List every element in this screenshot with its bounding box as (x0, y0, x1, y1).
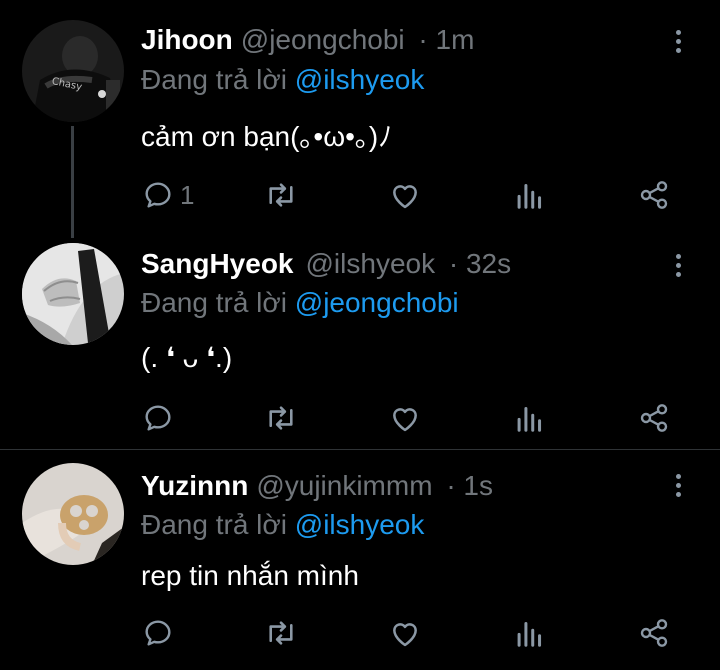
replying-to-label: Đang trả lời (141, 287, 287, 318)
action-bar (0, 398, 720, 438)
like-button[interactable] (389, 613, 421, 653)
replying-to: Đang trả lời @jeongchobi (141, 283, 459, 323)
reply-button[interactable] (142, 398, 174, 438)
share-button[interactable] (638, 398, 670, 438)
mention-link[interactable]: @jeongchobi (295, 287, 459, 318)
share-icon (640, 181, 668, 209)
reply-button[interactable] (142, 613, 174, 653)
avatar-yuzinnn[interactable] (22, 463, 124, 565)
action-bar: 1 (0, 175, 720, 215)
like-button[interactable] (389, 398, 421, 438)
display-name[interactable]: Yuzinnn (141, 470, 248, 501)
more-icon[interactable] (666, 474, 690, 504)
retweet-button[interactable] (263, 613, 299, 653)
replying-to-label: Đang trả lời (141, 509, 287, 540)
share-icon (640, 619, 668, 647)
user-handle[interactable]: @yujinkimmm (256, 470, 432, 501)
tweet-text: rep tin nhắn mình (141, 560, 359, 591)
more-icon[interactable] (666, 30, 690, 60)
share-icon (640, 404, 668, 432)
views-button[interactable] (516, 613, 544, 653)
display-name[interactable]: SangHyeok (141, 248, 294, 279)
views-button[interactable] (516, 175, 544, 215)
like-button[interactable] (389, 175, 421, 215)
tweet-header: SangHyeok @ilshyeok · 32s (141, 244, 511, 284)
views-icon (517, 406, 542, 432)
reply-count: 1 (180, 179, 195, 210)
views-icon (517, 621, 542, 647)
timestamp: · 1s (446, 470, 493, 501)
mention-link[interactable]: @ilshyeok (295, 64, 425, 95)
replying-to-label: Đang trả lời (141, 64, 287, 95)
user-handle[interactable]: @ilshyeok (306, 248, 436, 279)
tweet-text: (. ❛ ᴗ ❛.) (141, 342, 233, 373)
tweet-yuzinnn[interactable]: Yuzinnn @yujinkimmm · 1s Đang trả lời @il… (0, 450, 720, 670)
reply-icon (145, 620, 171, 646)
mention-link[interactable]: @ilshyeok (295, 509, 425, 540)
replying-to: Đang trả lời @ilshyeok (141, 505, 424, 545)
timestamp: · 1m (418, 24, 475, 55)
retweet-button[interactable] (263, 175, 299, 215)
timestamp: · 32s (448, 248, 512, 279)
retweet-button[interactable] (263, 398, 299, 438)
retweet-icon (269, 183, 293, 207)
tweet-jihoon[interactable]: Chasy Jihoon @jeongchobi · 1m Đang trả lờ… (0, 0, 720, 238)
tweet-header: Jihoon @jeongchobi · 1m (141, 20, 474, 60)
retweet-icon (269, 621, 293, 645)
display-name[interactable]: Jihoon (141, 24, 233, 55)
like-icon (393, 408, 417, 432)
views-icon (517, 183, 542, 209)
share-button[interactable] (638, 613, 670, 653)
reply-icon (145, 405, 171, 431)
like-icon (393, 185, 417, 209)
like-icon (393, 623, 417, 647)
reply-icon (145, 182, 171, 208)
action-bar (0, 613, 720, 653)
share-button[interactable] (638, 175, 670, 215)
tweet-header: Yuzinnn @yujinkimmm · 1s (141, 466, 493, 506)
avatar-jihoon[interactable]: Chasy (22, 20, 124, 122)
tweet-sanghyeok[interactable]: SangHyeok @ilshyeok · 32s Đang trả lời @j… (0, 230, 720, 450)
more-icon[interactable] (666, 254, 690, 284)
reply-button[interactable]: 1 (142, 175, 194, 215)
avatar-sanghyeok[interactable] (22, 243, 124, 345)
tweet-text: cảm ơn bạn(｡•ω•｡)ﾉ (141, 121, 393, 152)
retweet-icon (269, 406, 293, 430)
replying-to: Đang trả lời @ilshyeok (141, 60, 424, 100)
user-handle[interactable]: @jeongchobi (241, 24, 405, 55)
views-button[interactable] (516, 398, 544, 438)
